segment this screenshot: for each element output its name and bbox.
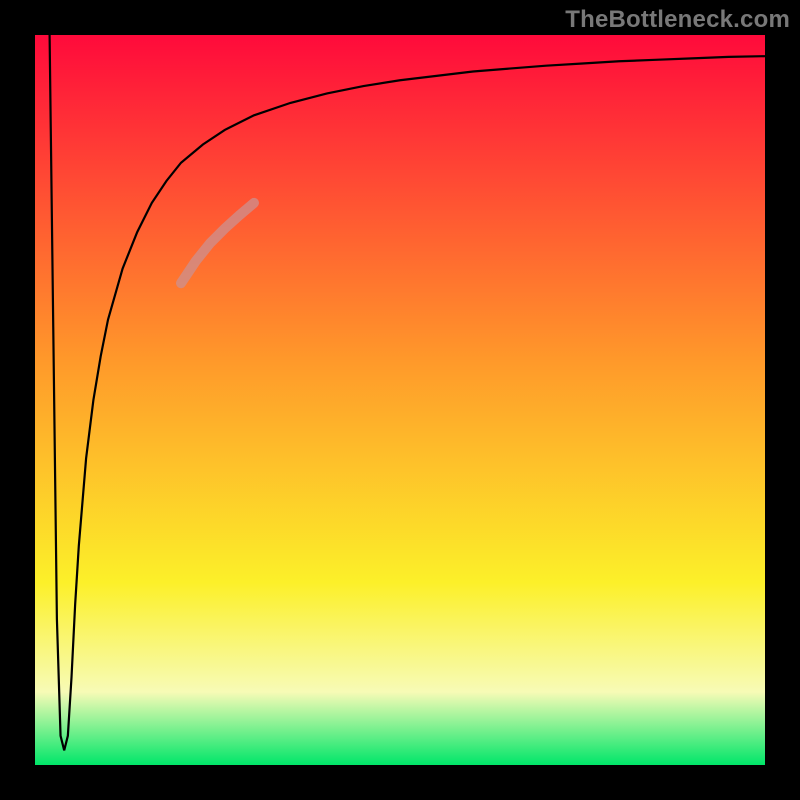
watermark-text: TheBottleneck.com (565, 6, 790, 34)
plot-area (35, 35, 765, 765)
chart-container: TheBottleneck.com (0, 0, 800, 800)
gradient-background (35, 35, 765, 765)
chart-svg (35, 35, 765, 765)
